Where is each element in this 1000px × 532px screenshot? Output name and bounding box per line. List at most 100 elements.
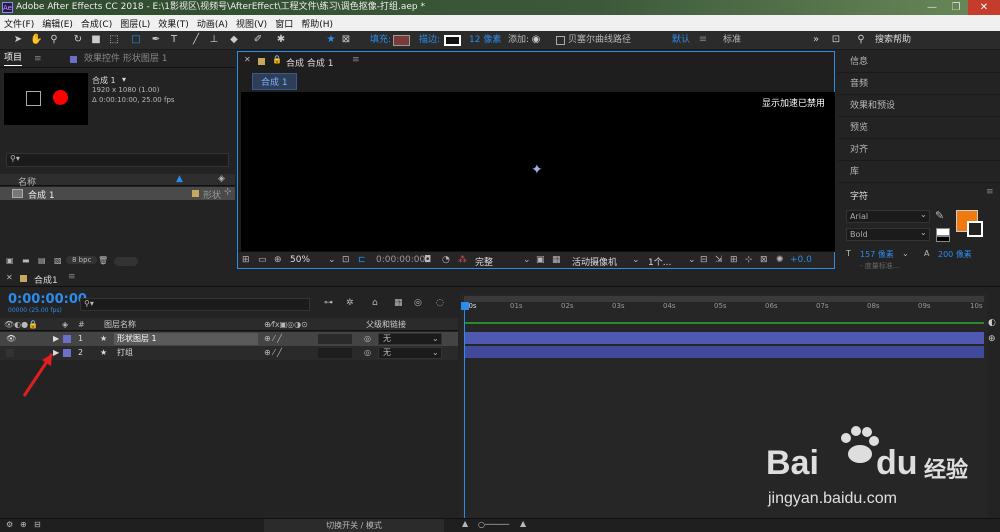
effects-controls-tab[interactable]: 效果控件 形状图层 1 [84,51,167,68]
audio-panel[interactable]: 音频 [838,73,1000,95]
parent-chevron-icon[interactable]: ⌄ [432,332,439,346]
menu-file[interactable]: 文件(F) [0,17,38,30]
color-channel-icon[interactable]: ⁂ [458,255,467,265]
close-tab-icon[interactable]: ✕ [244,55,251,64]
display-icon[interactable]: ▭ [258,255,267,265]
draft-3d-icon[interactable]: ✲ [346,298,354,308]
grid-icon[interactable]: ⊕ [274,255,282,265]
panel-menu-icon[interactable]: ≡ [68,272,76,282]
label-column-icon[interactable]: ◈ [62,318,68,331]
parent-chevron-icon[interactable]: ⌄ [432,346,439,360]
menu-help[interactable]: 帮助(H) [297,17,337,30]
label-color-swatch[interactable] [192,190,199,197]
zoom-slider[interactable]: ○───── [478,520,509,529]
layer-switches-icon[interactable]: ⊕ ⁄ ╱ [264,332,282,346]
transparency-grid-icon[interactable]: ⊏ [358,255,366,265]
workspace-standard[interactable]: 标准 [723,34,741,46]
comp-mini-flowchart-icon[interactable]: ⊶ [324,298,333,308]
zoom-tool-icon[interactable]: ⚲ [48,34,60,46]
playhead[interactable] [464,302,465,522]
expand-panes-icon[interactable]: ⊕ [20,520,27,529]
timeline-tab[interactable]: 合成1 [34,273,58,286]
layer-fx-switches[interactable] [318,348,352,358]
flowchart-toggle[interactable] [114,257,138,266]
time-ruler[interactable]: 00s 01s 02s 03s 04s 05s 06s 07s 08s 09s … [460,302,988,316]
show-snapshot-icon[interactable]: ◔ [442,255,450,265]
layer-name-header[interactable]: 图层名称 [104,318,136,331]
info-panel[interactable]: 信息 [838,51,1000,73]
layer-row[interactable]: 👁 ▶ 1 ★ 形状图层 1 ⊕ ⁄ ╱ ◎ 无 ⌄ [0,332,458,346]
comp-breadcrumb[interactable]: 合成 1 [252,73,297,90]
region-icon[interactable]: ⊡ [342,255,350,265]
close-tab-icon[interactable]: ✕ [6,273,13,282]
stroke-swatch[interactable] [444,35,461,46]
transfer-controls-icon[interactable]: ⊟ [34,520,41,529]
eraser-tool-icon[interactable]: ◆ [228,34,240,46]
av-switches-icon[interactable]: 👁◐●🔒 [4,318,38,331]
camera-snapshot-icon[interactable]: ◘ [424,255,431,265]
rotate-tool-icon[interactable]: ↻ [72,34,84,46]
panel-menu-icon[interactable]: ≡ [986,187,994,197]
label-tag-icon[interactable]: ◈ [218,174,225,184]
trash-icon[interactable]: 🗑 [98,256,108,265]
number-column-icon[interactable]: # [78,318,85,331]
search-help-input[interactable]: 搜索帮助 [875,34,911,46]
playhead-handle[interactable] [461,302,469,310]
current-time-display[interactable]: 0:00:00:00 [8,292,87,307]
snap-options-icon[interactable]: ⊠ [340,34,352,46]
black-swatch[interactable] [936,236,950,242]
rectangle-tool-icon[interactable]: □ [130,34,142,46]
hand-tool-icon[interactable]: ✋ [30,34,42,46]
parent-link-header[interactable]: 父级和链接 [366,318,406,331]
library-panel[interactable]: 库 [838,161,1000,183]
eye-toggle-off[interactable] [6,349,14,357]
zoom-handle-icon[interactable]: ◐ [988,318,996,328]
quality-select[interactable]: 完整 [475,255,493,268]
style-chevron-icon[interactable]: ⌄ [920,228,927,237]
roto-brush-tool-icon[interactable]: ✐ [252,34,264,46]
selection-tool-icon[interactable]: ➤ [12,34,24,46]
timeline-toggle-icon[interactable]: ⊞ [730,255,738,265]
timeline-search-input[interactable]: ⚲▾ [80,298,310,311]
exposure-value[interactable]: +0.0 [790,255,812,265]
chevron-down-icon[interactable]: ▾ [122,75,126,84]
composition-tab[interactable]: 合成 合成 1 [286,56,333,69]
font-style-select[interactable]: Bold [846,228,930,241]
layer-label-swatch[interactable] [63,335,71,343]
expand-triangle-icon[interactable]: ▶ [53,332,59,346]
flowchart-icon[interactable]: ⊹ [745,255,753,265]
project-search-input[interactable]: ⚲▾ [6,153,229,167]
fill-swatch[interactable] [393,35,410,46]
frame-blending-icon[interactable]: ▦ [394,298,403,308]
zoom-select[interactable]: 50% [290,255,310,265]
magnify-icon[interactable]: ⊞ [242,255,250,265]
pixel-aspect-icon[interactable]: ⊟ [700,255,708,265]
pan-behind-tool-icon[interactable]: ⬚ [108,34,120,46]
composition-flow-icon[interactable]: ⊠ [760,255,768,265]
menu-effect[interactable]: 效果(T) [154,17,193,30]
preview-panel[interactable]: 预览 [838,117,1000,139]
toggle-transparency-icon[interactable]: ▦ [552,255,561,265]
eye-icon[interactable]: 👁 [6,332,16,346]
fast-preview-icon[interactable]: ⇲ [715,255,723,265]
panel-menu-icon[interactable]: ≡ [34,51,42,68]
menu-view[interactable]: 视图(V) [232,17,271,30]
size-chevron-icon[interactable]: ⌄ [902,249,909,258]
close-button[interactable]: ✕ [968,0,1000,15]
pick-whip-icon[interactable]: ◎ [364,332,371,346]
eyedropper-icon[interactable]: ✎ [935,209,944,222]
workspace-menu-icon[interactable]: ≡ [697,34,709,46]
anchor-point-icon[interactable]: ✦ [531,162,543,178]
menu-composition[interactable]: 合成(C) [77,17,116,30]
layer-row[interactable]: ▶ 2 ★ 打组 ⊕ ⁄ ╱ ◎ 无 ⌄ [0,346,458,360]
project-item-row[interactable]: 合成 1 形状 ⊹ [0,187,235,201]
align-panel[interactable]: 对齐 [838,139,1000,161]
minimize-button[interactable]: — [920,0,944,15]
motion-blur-icon[interactable]: ◎ [414,298,422,308]
camera-select[interactable]: 活动摄像机 [572,255,617,268]
menu-edit[interactable]: 编辑(E) [38,17,77,30]
layer-name[interactable]: 形状图层 1 [114,333,258,345]
project-tab[interactable]: 项目 [4,51,23,66]
stroke-color-swatch[interactable] [967,221,983,237]
layer-label-swatch[interactable] [63,349,71,357]
